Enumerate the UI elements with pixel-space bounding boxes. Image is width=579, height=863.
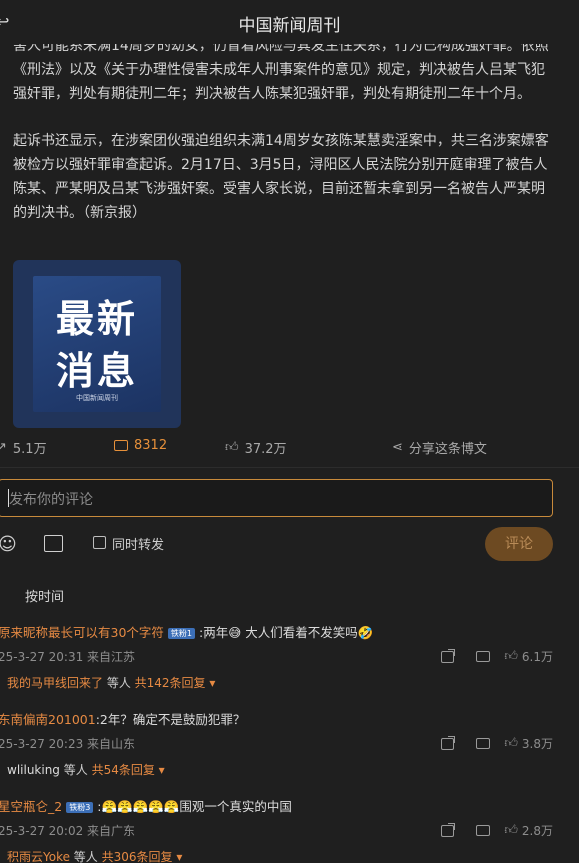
comment-likes: 3.8万 bbox=[521, 737, 553, 751]
comment-username[interactable]: 原来昵称最长可以有30个字符 bbox=[0, 625, 164, 640]
divider bbox=[0, 467, 579, 468]
share-icon[interactable] bbox=[441, 822, 456, 837]
reply-summary[interactable]: wliluking 等人 共54条回复 ▾ bbox=[7, 761, 165, 778]
reply-summary[interactable]: 我的马甲线回来了 等人 共142条回复 ▾ bbox=[7, 674, 215, 691]
submit-comment-button[interactable]: 评论 bbox=[485, 527, 553, 561]
comment-input[interactable]: 发布你的评论 bbox=[0, 479, 553, 517]
reply-more[interactable]: 共54条回复 ▾ bbox=[92, 763, 165, 777]
reply-username[interactable]: 积雨云Yoke bbox=[7, 850, 70, 863]
repost-count: 5.1万 bbox=[12, 442, 47, 457]
image-text-line1: 最新 bbox=[55, 297, 138, 341]
comment-likes: 2.8万 bbox=[521, 824, 553, 838]
top-bar: ↩ 中国新闻周刊 bbox=[0, 0, 579, 44]
reply-summary[interactable]: 积雨云Yoke 等人 共306条回复 ▾ bbox=[7, 848, 182, 863]
like-icon[interactable]: 👍︎ bbox=[504, 736, 518, 751]
reply-icon[interactable] bbox=[476, 738, 491, 749]
share-icon[interactable] bbox=[441, 648, 456, 663]
repost-icon: ↗ bbox=[0, 440, 7, 455]
action-bar: ↗ 5.1万 8312 👍︎ 37.2万 ⋖ 分享这条博文 bbox=[0, 438, 579, 460]
repost-button[interactable]: ↗ 5.1万 bbox=[0, 438, 47, 457]
comment-icon bbox=[114, 440, 128, 451]
like-button[interactable]: 👍︎ 37.2万 bbox=[225, 438, 287, 457]
image-watermark: 中国新闻周刊 bbox=[76, 394, 118, 402]
comment-ops: 👍︎ 3.8万 bbox=[441, 735, 553, 752]
reply-text: 等人 bbox=[59, 763, 92, 777]
comment-meta: 25-3-27 20:23 来自山东 bbox=[0, 737, 136, 751]
like-icon[interactable]: 👍︎ bbox=[504, 649, 518, 664]
article-paragraph-2: 起诉书还显示，在涉案团伙强迫组织未满14周岁女孩陈某慧卖淫案中，共三名涉案嫖客被… bbox=[13, 133, 549, 221]
emoji-icon[interactable]: ☺ bbox=[0, 534, 17, 555]
comment-line: 东南偏南201001:2年？确定不是鼓励犯罪？ bbox=[0, 709, 245, 728]
reply-text: 等人 bbox=[69, 850, 102, 863]
comment-line: 原来昵称最长可以有30个字符 铁粉1:两年😅 大人们看着不发笑吗🤣 bbox=[0, 622, 373, 641]
comment-text: :2年？确定不是鼓励犯罪？ bbox=[95, 712, 246, 727]
article-body: 害人可能系未满14周岁的幼女，仍冒着风险与其发生性关系，行为已构成强奸罪。依照《… bbox=[13, 34, 558, 248]
comment-ops: 👍︎ 2.8万 bbox=[441, 822, 553, 839]
comment-ops: 👍︎ 6.1万 bbox=[441, 648, 553, 665]
reply-more[interactable]: 共142条回复 ▾ bbox=[135, 676, 216, 690]
comment-count: 8312 bbox=[134, 438, 168, 453]
image-upload-icon[interactable] bbox=[44, 535, 63, 552]
comment-username[interactable]: 星空瓶仑_2 bbox=[0, 799, 62, 814]
fan-badge: 铁粉1 bbox=[167, 628, 196, 639]
like-icon: 👍︎ bbox=[225, 440, 239, 455]
page-title: 中国新闻周刊 bbox=[238, 16, 341, 36]
repost-checkbox[interactable] bbox=[93, 536, 106, 549]
article-paragraph-1: 害人可能系未满14周岁的幼女，仍冒着风险与其发生性关系，行为已构成强奸罪。依照《… bbox=[13, 38, 549, 102]
comment-text: :😤😤😤😤😤围观一个真实的中国 bbox=[97, 799, 292, 814]
share-icon[interactable] bbox=[441, 735, 456, 750]
reply-icon[interactable] bbox=[476, 825, 491, 836]
reply-text: 等人 bbox=[103, 676, 135, 690]
reply-username[interactable]: wliluking bbox=[7, 763, 60, 777]
fan-badge: 铁粉3 bbox=[66, 802, 94, 813]
repost-checkbox-label: 同时转发 bbox=[112, 538, 165, 553]
comment-line: 星空瓶仑_2 铁粉3:😤😤😤😤😤围观一个真实的中国 bbox=[0, 796, 292, 815]
comment-button[interactable]: 8312 bbox=[114, 438, 167, 453]
sort-by-time[interactable]: 按时间 bbox=[25, 586, 64, 605]
share-icon: ⋖ bbox=[392, 440, 403, 455]
article-image[interactable]: 最新 消息 中国新闻周刊 bbox=[13, 260, 181, 428]
reply-username[interactable]: 我的马甲线回来了 bbox=[7, 676, 103, 690]
comment-meta: 25-3-27 20:02 来自广东 bbox=[0, 824, 136, 838]
share-button[interactable]: ⋖ 分享这条博文 bbox=[392, 438, 487, 457]
comment-text: :两年😅 大人们看着不发笑吗🤣 bbox=[199, 625, 374, 640]
comment-meta: 25-3-27 20:31 来自江苏 bbox=[0, 650, 136, 664]
like-icon[interactable]: 👍︎ bbox=[504, 823, 518, 838]
reply-icon[interactable] bbox=[476, 651, 491, 662]
like-count: 37.2万 bbox=[244, 442, 287, 457]
comment-likes: 6.1万 bbox=[521, 650, 553, 664]
image-text-line2: 消息 bbox=[55, 349, 138, 393]
comment-placeholder: 发布你的评论 bbox=[9, 492, 93, 508]
share-label: 分享这条博文 bbox=[408, 442, 487, 457]
comment-username[interactable]: 东南偏南201001 bbox=[0, 712, 96, 727]
reply-more[interactable]: 共306条回复 ▾ bbox=[102, 850, 183, 863]
